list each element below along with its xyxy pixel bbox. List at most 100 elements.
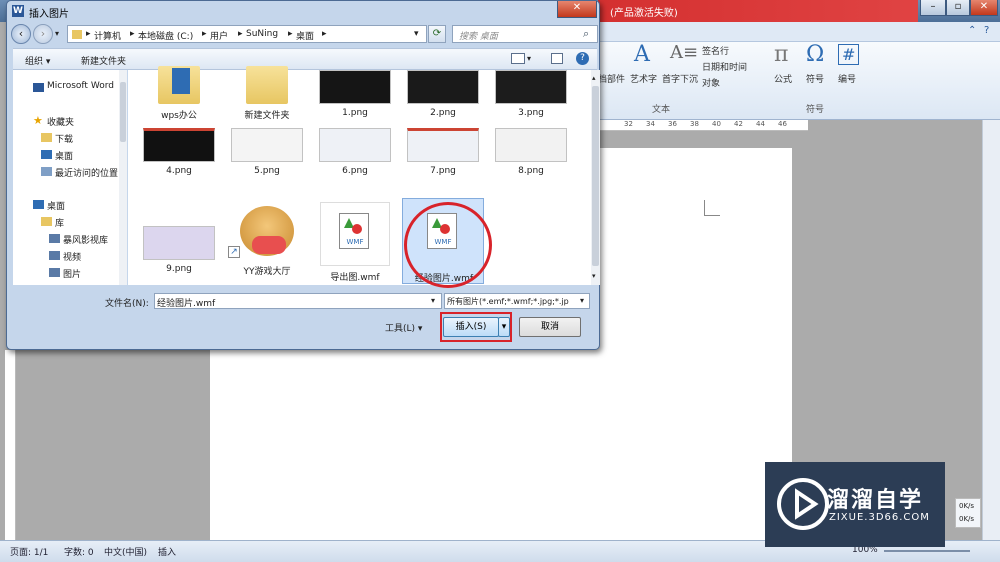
nav-scroll-thumb[interactable] <box>120 82 126 142</box>
status-mode[interactable]: 插入 <box>158 545 176 558</box>
nav-item-desktop-fav[interactable]: 桌面 <box>55 149 73 162</box>
datetime-button[interactable]: 日期和时间 <box>702 60 747 73</box>
video-lib-icon <box>49 234 60 243</box>
organize-button[interactable]: 组织 ▾ <box>25 54 50 67</box>
file-item[interactable]: 新建文件夹 <box>226 60 308 121</box>
library-icon <box>41 217 52 226</box>
close-button[interactable]: ✕ <box>970 0 998 16</box>
file-item[interactable]: 5.png <box>226 118 308 178</box>
new-folder-button[interactable]: 新建文件夹 <box>81 54 126 67</box>
image-thumbnail <box>231 128 303 162</box>
help-icon[interactable]: ? <box>984 25 989 36</box>
search-input[interactable]: 搜索 桌面 ⌕ <box>452 25 598 43</box>
file-item[interactable]: wps办公 <box>138 60 220 121</box>
nav-item-desktop[interactable]: 桌面 <box>47 199 65 212</box>
files-scroll-thumb[interactable] <box>592 86 599 266</box>
gamepad-icon <box>252 236 286 254</box>
chevron-up-icon[interactable]: ⌃ <box>968 25 976 36</box>
tools-label: 工具(L) <box>385 324 416 334</box>
vertical-scrollbar[interactable] <box>982 120 1000 540</box>
file-name: 1.png <box>342 108 368 118</box>
file-item[interactable]: 9.png <box>138 216 220 276</box>
object-button[interactable]: 对象 <box>702 76 720 89</box>
image-thumbnail <box>143 226 215 260</box>
cancel-button[interactable]: 取消 <box>519 317 581 337</box>
wmf-icon: WMF <box>320 202 390 266</box>
breadcrumb-desktop[interactable]: 桌面 <box>296 29 314 42</box>
forward-arrow-icon[interactable]: › <box>33 24 53 44</box>
refresh-icon[interactable]: ⟳ <box>428 25 446 43</box>
filename-dropdown-icon[interactable]: ▾ <box>431 296 435 305</box>
status-page[interactable]: 页面: 1/1 <box>10 545 48 558</box>
file-item[interactable]: 3.png <box>490 60 572 120</box>
nav-item-videos[interactable]: 视频 <box>63 250 81 263</box>
watermark-name: 溜溜自学 <box>827 488 924 513</box>
ruler-mark: 36 <box>668 120 677 128</box>
minimize-button[interactable]: – <box>920 0 946 16</box>
search-icon[interactable]: ⌕ <box>583 27 589 41</box>
breadcrumb-computer[interactable]: 计算机 <box>94 29 121 42</box>
breadcrumb-drive[interactable]: 本地磁盘 (C:) <box>138 29 193 42</box>
zoom-slider[interactable] <box>884 550 970 552</box>
filetype-select[interactable]: 所有图片(*.emf;*.wmf;*.jpg;*.jp ▾ <box>444 293 590 309</box>
symbol-icon[interactable]: Ω <box>806 42 824 67</box>
file-item[interactable]: 6.png <box>314 118 396 178</box>
scroll-down-icon[interactable]: ▾ <box>592 272 596 280</box>
picture-icon <box>49 268 60 277</box>
dialog-close-button[interactable]: ✕ <box>557 1 597 18</box>
address-bar[interactable]: ▸ 计算机 ▸ 本地磁盘 (C:) ▸ 用户 ▸ SuNing ▸ 桌面 ▸ ▾ <box>67 25 427 43</box>
nav-item-pictures[interactable]: 图片 <box>63 267 81 280</box>
file-name: 3.png <box>518 108 544 118</box>
file-item[interactable]: 2.png <box>402 60 484 120</box>
filetype-dropdown-icon[interactable]: ▾ <box>580 296 584 305</box>
dropcap-icon[interactable]: A≡ <box>670 42 698 63</box>
back-arrow-icon[interactable]: ‹ <box>11 24 31 44</box>
wordart-button[interactable]: 艺术字 <box>630 72 657 85</box>
nav-item-recent[interactable]: 最近访问的位置 <box>55 166 118 179</box>
ruler-mark: 42 <box>734 120 743 128</box>
file-list: wps办公 新建文件夹 1.png 2.png 3.png 4.png 5.pn… <box>128 66 591 288</box>
breadcrumb-user[interactable]: SuNing <box>246 29 278 39</box>
status-language[interactable]: 中文(中国) <box>104 545 147 558</box>
symbol-button[interactable]: 符号 <box>806 72 824 85</box>
maximize-button[interactable]: ▫ <box>946 0 970 16</box>
nav-item-favorites[interactable]: 收藏夹 <box>47 115 74 128</box>
scroll-up-icon[interactable]: ▴ <box>592 74 596 82</box>
nav-item-downloads[interactable]: 下载 <box>55 132 73 145</box>
word-icon <box>33 83 44 92</box>
equation-icon[interactable]: π <box>774 42 788 67</box>
equation-button[interactable]: 公式 <box>774 72 792 85</box>
shortcut-arrow-icon: ↗ <box>228 246 240 258</box>
horizontal-ruler: 32 34 36 38 40 42 44 46 <box>598 120 808 131</box>
dropcap-button[interactable]: 首字下沉 <box>662 72 698 85</box>
wordart-icon[interactable]: A <box>634 42 650 67</box>
file-item[interactable]: ↗ YY游戏大厅 <box>226 206 308 277</box>
filename-field[interactable]: 经验图片.wmf ▾ <box>154 293 442 309</box>
file-item[interactable]: 4.png <box>138 118 220 178</box>
ruler-mark: 38 <box>690 120 699 128</box>
filename-value: 经验图片.wmf <box>157 299 216 309</box>
tools-button[interactable]: 工具(L) ▾ <box>385 321 422 334</box>
number-icon[interactable]: # <box>838 44 860 65</box>
number-button[interactable]: 编号 <box>838 72 856 85</box>
nav-scrollbar[interactable] <box>119 70 127 285</box>
breadcrumb-users[interactable]: 用户 <box>210 29 228 42</box>
ruler-mark: 32 <box>624 120 633 128</box>
watermark-url: ZIXUE.3D66.COM <box>829 512 930 523</box>
history-dropdown-icon[interactable]: ▾ <box>55 29 59 38</box>
nav-item-library[interactable]: 库 <box>55 216 64 229</box>
status-words[interactable]: 字数: 0 <box>64 545 94 558</box>
address-dropdown-icon[interactable]: ▾ <box>414 29 419 39</box>
file-item[interactable]: 1.png <box>314 60 396 120</box>
file-item[interactable]: 7.png <box>402 118 484 178</box>
nav-item-baofeng[interactable]: 暴风影视库 <box>63 233 108 246</box>
nav-item-word[interactable]: Microsoft Word <box>47 81 114 91</box>
files-scrollbar[interactable]: ▴ ▾ <box>591 70 600 285</box>
file-item[interactable]: WMF 导出图.wmf <box>314 200 396 283</box>
file-item[interactable]: 8.png <box>490 118 572 178</box>
signature-line-button[interactable]: 签名行 <box>702 44 729 57</box>
highlight-box <box>440 312 512 342</box>
quickparts-button[interactable]: 档部件 <box>598 72 625 85</box>
help-icon[interactable]: ? <box>576 52 589 65</box>
navigation-pane: Microsoft Word ★ 收藏夹 下载 桌面 最近访问的位置 桌面 库 … <box>13 70 126 285</box>
